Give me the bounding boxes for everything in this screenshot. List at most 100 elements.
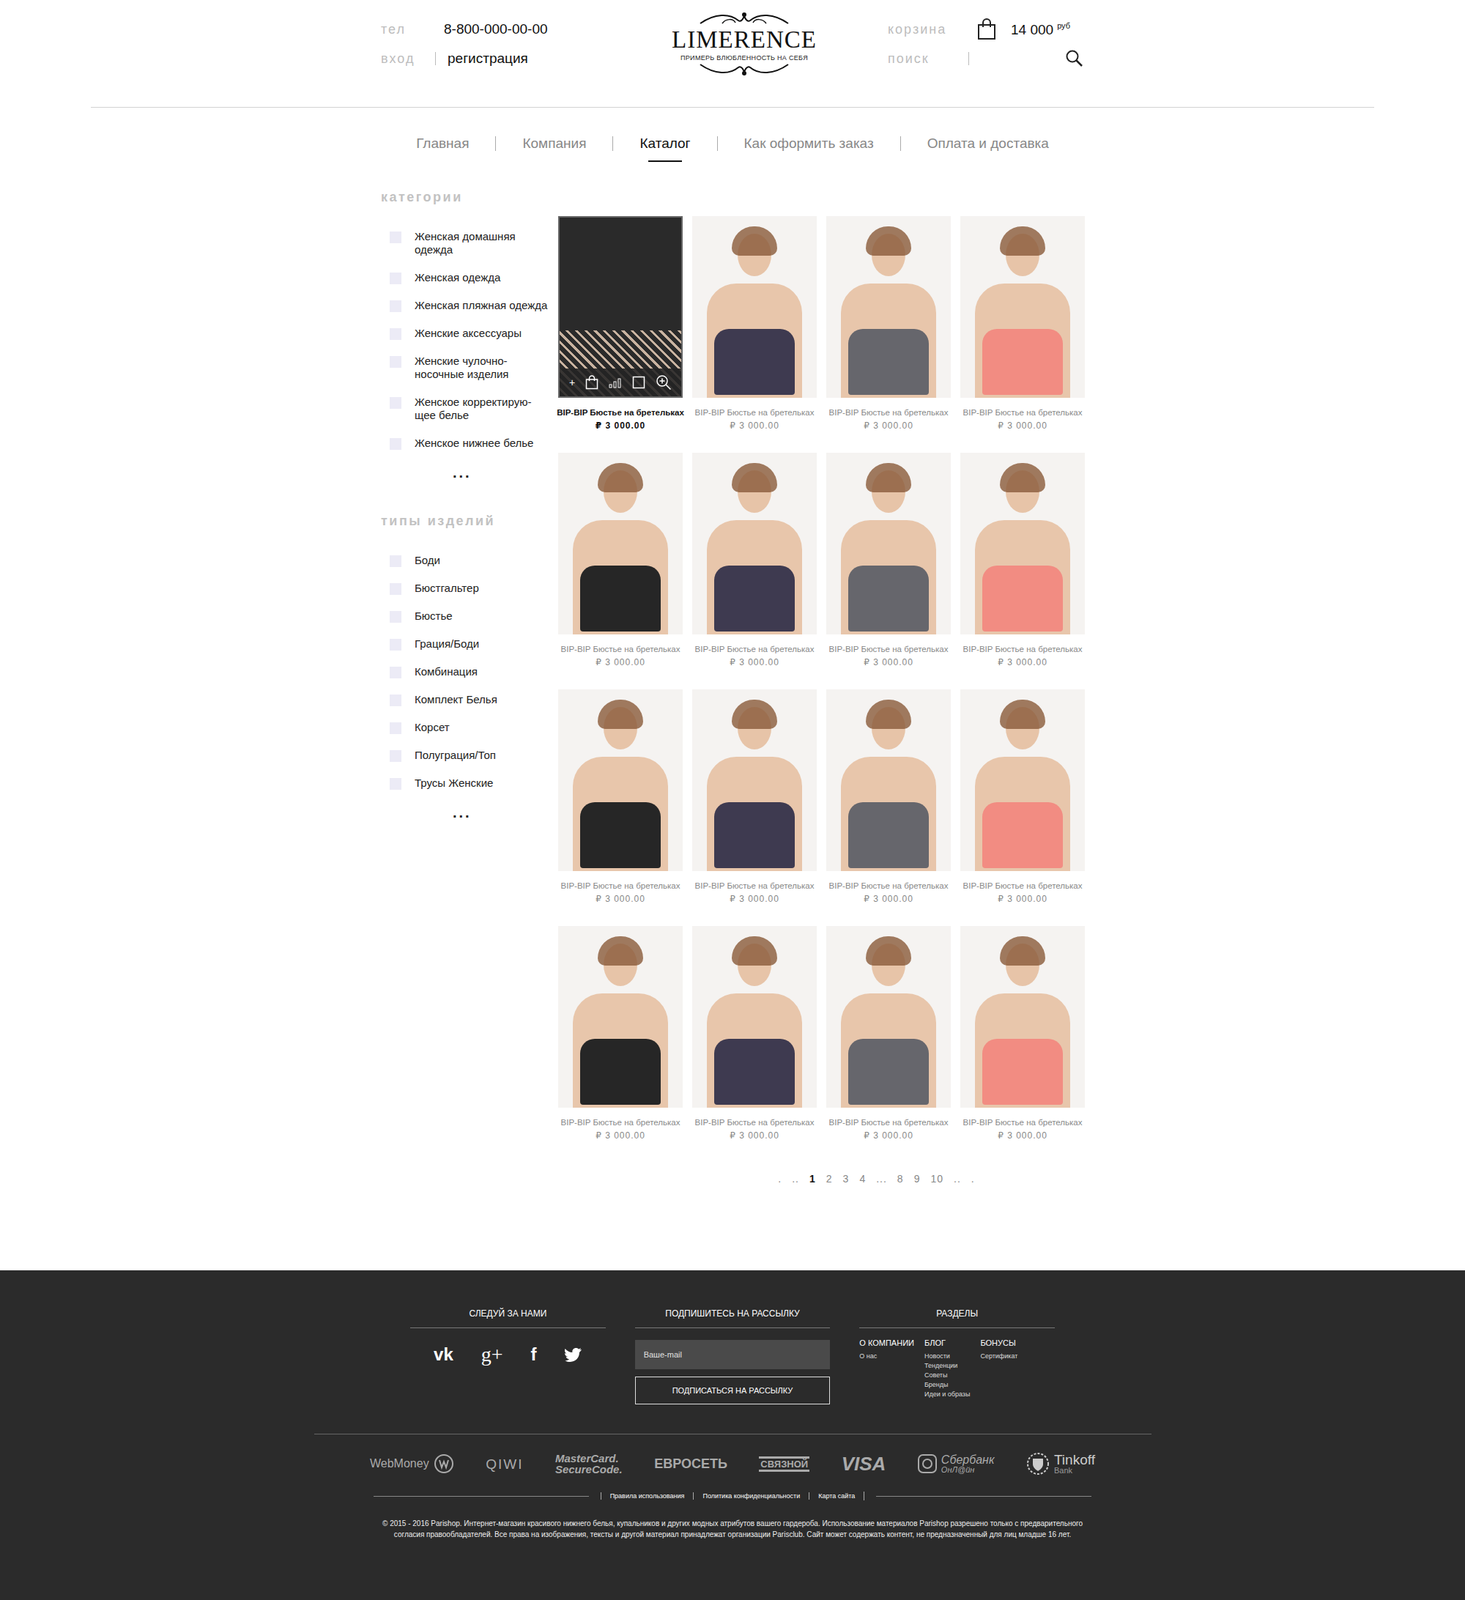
filter-item[interactable]: Грация/Боди — [389, 637, 559, 651]
product-card[interactable]: BIP-BIP Бюстье на бретельках₽ 3 000.00 — [558, 925, 683, 1141]
product-photo[interactable] — [826, 689, 951, 871]
compare-icon[interactable] — [608, 376, 622, 389]
checkbox[interactable] — [389, 272, 402, 285]
filter-item[interactable]: Женское нижнее белье — [389, 436, 559, 450]
cart-icon[interactable] — [585, 375, 599, 390]
product-photo[interactable] — [960, 216, 1085, 398]
product-name[interactable]: BIP-BIP Бюстье на бретельках — [963, 408, 1083, 417]
search-label[interactable]: поиск — [887, 51, 969, 67]
section-link[interactable]: Тенденции — [924, 1360, 970, 1371]
product-photo[interactable] — [826, 925, 951, 1108]
product-photo[interactable] — [960, 452, 1085, 635]
filter-item[interactable]: Трусы Женские — [389, 776, 559, 790]
social-icon[interactable]: vk — [433, 1344, 454, 1365]
logo[interactable]: LIMERENCEПРИМЕРЬ ВЛЮБЛЕННОСТЬ НА СЕБЯ — [663, 11, 825, 77]
product-name[interactable]: BIP-BIP Бюстье на бретельках — [695, 1117, 815, 1127]
checkbox[interactable] — [389, 583, 402, 595]
cart-total[interactable]: 14 000руб — [1010, 21, 1071, 39]
add-button[interactable]: + — [569, 376, 576, 389]
section-link[interactable]: Новости — [924, 1351, 970, 1361]
product-photo[interactable] — [558, 452, 683, 635]
section-link[interactable]: Сертификат — [980, 1351, 1018, 1361]
product-name[interactable]: BIP-BIP Бюстье на бретельках — [963, 881, 1083, 890]
login-link[interactable]: вход — [380, 51, 436, 67]
phone-number[interactable]: 8-800-000-00-00 — [443, 21, 548, 38]
page-link[interactable]: 10 — [930, 1172, 944, 1185]
legal-link[interactable]: Правила использования — [600, 1492, 694, 1500]
product-name[interactable]: BIP-BIP Бюстье на бретельках — [695, 408, 815, 417]
product-card[interactable]: BIP-BIP Бюстье на бретельках₽ 3 000.00 — [826, 689, 951, 904]
product-name[interactable]: BIP-BIP Бюстье на бретельках — [561, 1117, 681, 1127]
page-link[interactable]: 9 — [914, 1172, 921, 1185]
shopping-bag-icon[interactable] — [977, 18, 997, 41]
product-card[interactable]: BIP-BIP Бюстье на бретельках₽ 3 000.00 — [960, 452, 1085, 668]
filter-item[interactable]: Бюстье — [389, 609, 559, 623]
more-button[interactable]: ... — [452, 464, 559, 482]
product-name[interactable]: BIP-BIP Бюстье на бретельках — [695, 881, 815, 890]
section-title[interactable]: БЛОГ — [924, 1338, 970, 1348]
product-photo[interactable] — [558, 689, 683, 871]
product-card[interactable]: BIP-BIP Бюстье на бретельках₽ 3 000.00 — [692, 216, 817, 431]
zoom-icon[interactable] — [655, 374, 672, 391]
checkbox[interactable] — [389, 750, 402, 762]
legal-link[interactable]: Карта сайта — [808, 1492, 864, 1500]
product-photo[interactable] — [826, 452, 951, 635]
filter-item[interactable]: Женская домашняя одежда — [389, 230, 559, 257]
product-photo[interactable] — [960, 925, 1085, 1108]
filter-item[interactable]: Женское корректирую-щее белье — [389, 395, 559, 422]
product-name[interactable]: BIP-BIP Бюстье на бретельках — [556, 408, 685, 417]
checkbox[interactable] — [389, 666, 402, 679]
page-link[interactable]: 4 — [859, 1172, 866, 1185]
page-link[interactable]: . — [971, 1172, 975, 1185]
product-card[interactable]: BIP-BIP Бюстье на бретельках₽ 3 000.00 — [960, 925, 1085, 1141]
product-name[interactable]: BIP-BIP Бюстье на бретельках — [829, 644, 949, 654]
product-name[interactable]: BIP-BIP Бюстье на бретельках — [963, 1117, 1083, 1127]
filter-item[interactable]: Женская одежда — [389, 271, 559, 285]
filter-item[interactable]: Комплект Белья — [389, 692, 559, 707]
twitter-icon[interactable] — [564, 1347, 583, 1362]
product-photo[interactable] — [692, 925, 817, 1108]
product-name[interactable]: BIP-BIP Бюстье на бретельках — [829, 408, 949, 417]
checkbox[interactable] — [389, 397, 402, 409]
subscribe-button[interactable]: ПОДПИСАТЬСЯ НА РАССЫЛКУ — [635, 1376, 831, 1405]
social-icon[interactable]: g+ — [481, 1342, 504, 1367]
checkbox[interactable] — [389, 300, 402, 313]
product-photo[interactable] — [692, 452, 817, 635]
page-link[interactable]: 3 — [843, 1172, 850, 1185]
product-photo[interactable] — [692, 216, 817, 398]
page-link[interactable]: .. — [791, 1172, 800, 1185]
product-name[interactable]: BIP-BIP Бюстье на бретельках — [829, 881, 949, 890]
product-photo[interactable] — [558, 925, 683, 1108]
filter-item[interactable]: Полуграция/Топ — [389, 748, 559, 762]
checkbox[interactable] — [389, 610, 402, 623]
section-link[interactable]: О нас — [859, 1351, 915, 1361]
section-title[interactable]: БОНУСЫ — [980, 1338, 1018, 1348]
email-input[interactable] — [635, 1339, 831, 1370]
product-photo[interactable] — [960, 689, 1085, 871]
nav-item[interactable]: Каталог — [613, 135, 717, 152]
product-card[interactable]: BIP-BIP Бюстье на бретельках₽ 3 000.00 — [558, 689, 683, 904]
product-name[interactable]: BIP-BIP Бюстье на бретельках — [561, 644, 681, 654]
page-link[interactable]: ... — [876, 1172, 888, 1185]
nav-item[interactable]: Оплата и доставка — [900, 135, 1076, 152]
quick-view-icon[interactable] — [632, 375, 646, 389]
page-link[interactable]: 1 — [809, 1172, 817, 1185]
more-button[interactable]: ... — [452, 804, 559, 822]
social-icon[interactable]: f — [531, 1344, 537, 1365]
checkbox[interactable] — [389, 355, 402, 368]
product-card[interactable]: BIP-BIP Бюстье на бретельках₽ 3 000.00 — [826, 452, 951, 668]
nav-item[interactable]: Как оформить заказ — [717, 135, 901, 152]
product-name[interactable]: BIP-BIP Бюстье на бретельках — [963, 644, 1083, 654]
checkbox[interactable] — [389, 777, 402, 790]
page-link[interactable]: 8 — [897, 1172, 904, 1185]
checkbox[interactable] — [389, 694, 402, 707]
product-photo[interactable]: + — [558, 216, 683, 398]
section-link[interactable]: Бренды — [924, 1380, 970, 1390]
product-photo[interactable] — [826, 216, 951, 398]
product-card[interactable]: BIP-BIP Бюстье на бретельках₽ 3 000.00 — [826, 925, 951, 1141]
section-link[interactable]: Советы — [924, 1370, 970, 1381]
filter-item[interactable]: Женские чулочно-носочные изделия — [389, 354, 559, 381]
product-card[interactable]: BIP-BIP Бюстье на бретельках₽ 3 000.00 — [558, 452, 683, 668]
product-card[interactable]: BIP-BIP Бюстье на бретельках₽ 3 000.00 — [692, 452, 817, 668]
filter-item[interactable]: Женские аксессуары — [389, 326, 559, 340]
